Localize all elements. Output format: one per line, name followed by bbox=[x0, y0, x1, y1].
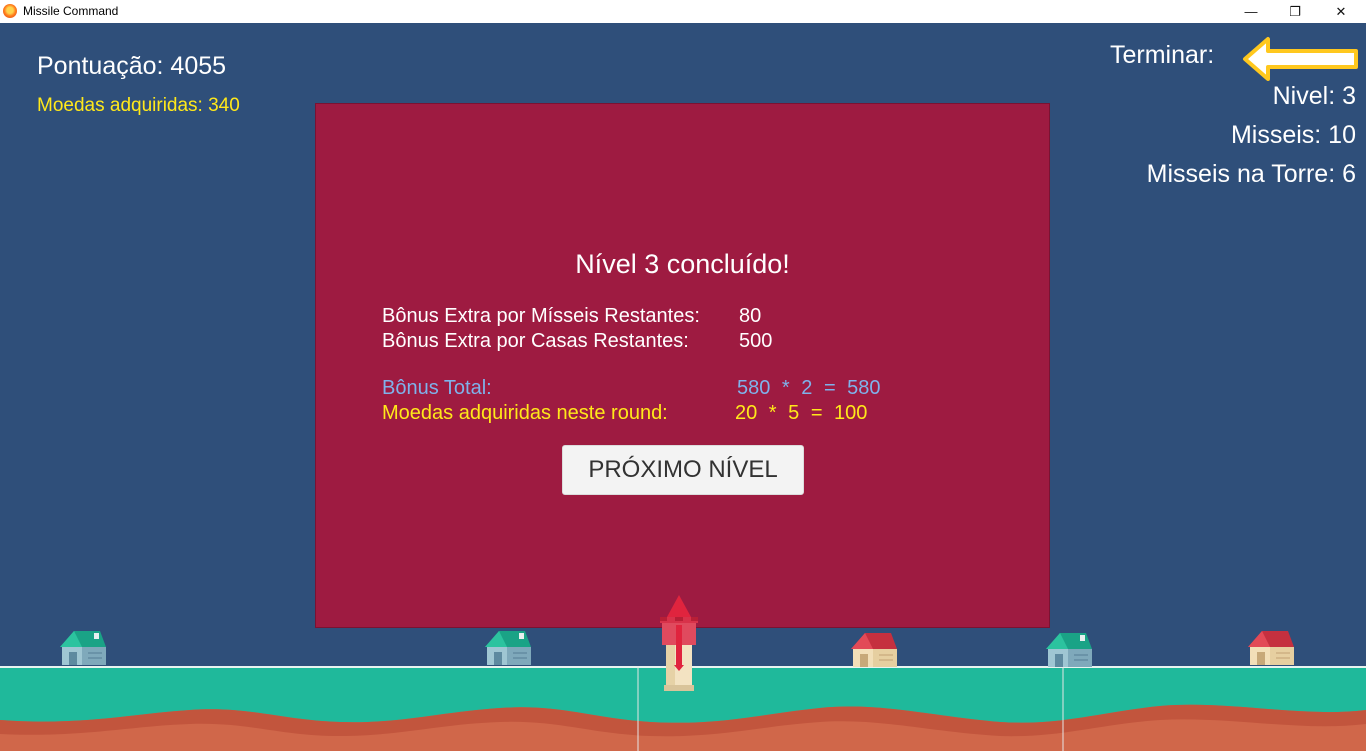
round-coins-value: 20 * 5 = 100 bbox=[735, 402, 868, 424]
tower-missiles-label: Misseis na Torre: 6 bbox=[1146, 160, 1356, 188]
game-canvas[interactable]: Pontuação: 4055 Moedas adquiridas: 340 T… bbox=[0, 23, 1366, 751]
window-title: Missile Command bbox=[23, 4, 119, 18]
house-icon bbox=[1046, 633, 1092, 667]
houses-bonus-value: 500 bbox=[739, 330, 773, 352]
missile-tower-icon[interactable] bbox=[656, 595, 702, 691]
arrow-left-icon[interactable] bbox=[1242, 36, 1360, 82]
house-icon bbox=[485, 631, 531, 665]
score-label: Pontuação: 4055 bbox=[37, 52, 227, 80]
missiles-bonus-value: 80 bbox=[739, 305, 762, 327]
level-complete-panel: Nível 3 concluído! Bônus Extra por Mísse… bbox=[315, 103, 1050, 628]
level-label: Nivel: 3 bbox=[1272, 82, 1356, 110]
coins-label: Moedas adquiridas: 340 bbox=[37, 95, 240, 116]
house-icon bbox=[851, 633, 897, 667]
round-coins-label: Moedas adquiridas neste round: bbox=[382, 402, 668, 424]
missiles-bonus-label: Bônus Extra por Mísseis Restantes: bbox=[382, 305, 700, 327]
close-button[interactable]: ✕ bbox=[1318, 0, 1364, 23]
house-icon bbox=[1248, 631, 1294, 665]
house-icon bbox=[60, 631, 106, 665]
level-complete-title: Nível 3 concluído! bbox=[575, 249, 790, 279]
total-bonus-value: 580 * 2 = 580 bbox=[737, 377, 881, 399]
total-bonus-label: Bônus Total: bbox=[382, 377, 492, 399]
next-level-button[interactable]: PRÓXIMO NÍVEL bbox=[562, 445, 804, 495]
quit-label: Terminar: bbox=[1110, 41, 1215, 69]
minimize-button[interactable]: — bbox=[1228, 0, 1274, 23]
restore-button[interactable]: ❐ bbox=[1272, 0, 1318, 23]
missiles-label: Misseis: 10 bbox=[1230, 121, 1356, 149]
title-bar: Missile Command — ❐ ✕ bbox=[0, 0, 1366, 23]
houses-bonus-label: Bônus Extra por Casas Restantes: bbox=[382, 330, 689, 352]
app-icon bbox=[3, 4, 17, 18]
